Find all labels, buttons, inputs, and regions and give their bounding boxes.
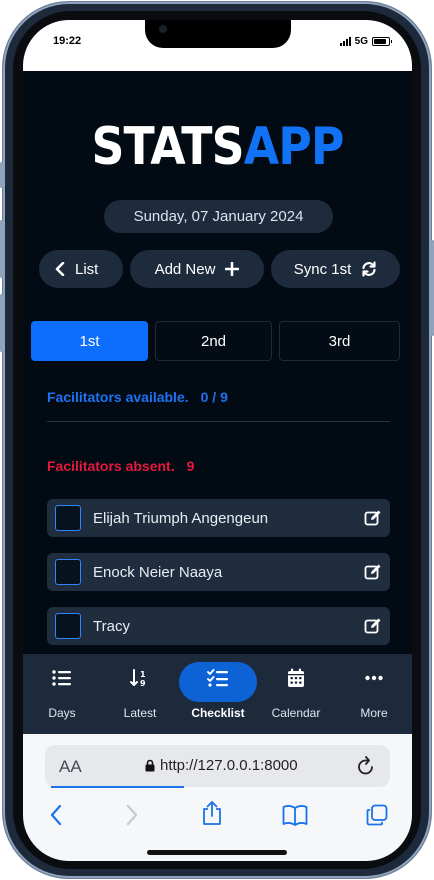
ellipsis-icon xyxy=(365,675,383,681)
nav-checklist-label: Checklist xyxy=(191,706,245,720)
nav-checklist[interactable]: Checklist xyxy=(183,654,253,734)
available-count: 0 / 9 xyxy=(200,389,228,405)
back-icon[interactable] xyxy=(49,804,63,826)
url-display[interactable]: http://127.0.0.1:8000 xyxy=(145,757,298,774)
app-screen: 19:22 5G STATSAPP Sunday, 07 January 202… xyxy=(23,20,412,861)
add-new-label: Add New xyxy=(154,260,216,278)
facilitators-available-heading: Facilitators available. 0 / 9 xyxy=(47,389,228,405)
period-tabs: 1st 2nd 3rd xyxy=(31,321,400,361)
nav-days-label: Days xyxy=(48,706,76,720)
absent-count: 9 xyxy=(186,458,195,474)
home-indicator xyxy=(147,850,287,855)
attendance-checkbox[interactable] xyxy=(55,505,81,531)
list-icon xyxy=(52,670,71,686)
tab-1st[interactable]: 1st xyxy=(31,321,148,361)
app-logo: STATSAPP xyxy=(46,117,388,177)
forward-icon[interactable] xyxy=(125,804,139,826)
section-divider xyxy=(47,421,390,422)
svg-text:9: 9 xyxy=(140,679,146,687)
sync-label: Sync 1st xyxy=(293,260,352,278)
logo-part-stats: STATS xyxy=(91,117,244,177)
attendance-checkbox[interactable] xyxy=(55,613,81,639)
camera xyxy=(159,25,167,33)
facilitator-name: Enock Neier Naaya xyxy=(93,563,223,581)
facilitators-absent-heading: Facilitators absent. 9 xyxy=(47,458,194,474)
list-item: Enock Neier Naaya xyxy=(47,553,390,591)
status-bar: 19:22 5G xyxy=(23,20,412,71)
tab-3rd[interactable]: 3rd xyxy=(279,321,400,361)
url-text: http://127.0.0.1:8000 xyxy=(160,757,298,774)
nav-latest-label: Latest xyxy=(123,706,157,720)
action-bar: List Add New Sync 1st xyxy=(39,250,400,288)
checklist-icon xyxy=(207,669,228,687)
tab-2nd[interactable]: 2nd xyxy=(155,321,272,361)
page-load-progress xyxy=(51,786,184,788)
sync-icon xyxy=(362,261,376,277)
address-bar[interactable]: AA http://127.0.0.1:8000 xyxy=(45,745,390,787)
attendance-checkbox[interactable] xyxy=(55,559,81,585)
text-size-button[interactable]: AA xyxy=(59,757,82,777)
list-item: Elijah Triumph Angengeun xyxy=(47,499,390,537)
bookmarks-icon[interactable] xyxy=(282,804,308,826)
logo-part-app: APP xyxy=(243,117,345,177)
volume-up-button xyxy=(0,220,3,278)
list-button-label: List xyxy=(75,260,99,278)
sort-icon: 19 xyxy=(130,669,146,687)
list-button[interactable]: List xyxy=(39,250,123,288)
browser-chrome: AA http://127.0.0.1:8000 xyxy=(23,734,412,861)
edit-icon[interactable] xyxy=(364,509,382,527)
list-item: Tracy xyxy=(47,607,390,645)
sync-button[interactable]: Sync 1st xyxy=(271,250,400,288)
add-new-button[interactable]: Add New xyxy=(130,250,264,288)
status-time: 19:22 xyxy=(53,35,82,47)
share-icon[interactable] xyxy=(201,800,223,826)
facilitator-name: Elijah Triumph Angengeun xyxy=(93,509,269,527)
signal-icon xyxy=(339,37,351,46)
nav-more-label: More xyxy=(360,706,388,720)
plus-icon xyxy=(225,262,240,276)
available-label: Facilitators available. xyxy=(47,389,189,405)
network-label: 5G xyxy=(354,36,368,47)
date-display: Sunday, 07 January 2024 xyxy=(104,200,333,233)
nav-more[interactable]: More xyxy=(339,654,409,734)
calendar-icon xyxy=(288,668,304,687)
facilitator-name: Tracy xyxy=(93,617,130,635)
absent-label: Facilitators absent. xyxy=(47,458,175,474)
battery-icon xyxy=(372,37,392,46)
nav-days[interactable]: Days xyxy=(27,654,97,734)
svg-text:1: 1 xyxy=(140,670,146,679)
tabs-icon[interactable] xyxy=(366,804,388,826)
edit-icon[interactable] xyxy=(364,617,382,635)
nav-calendar[interactable]: Calendar xyxy=(261,654,331,734)
volume-down-button xyxy=(0,294,3,352)
lock-icon xyxy=(145,759,155,772)
silent-switch xyxy=(0,162,3,188)
reload-icon[interactable] xyxy=(356,755,376,777)
edit-icon[interactable] xyxy=(364,563,382,581)
nav-calendar-label: Calendar xyxy=(271,706,321,720)
nav-latest[interactable]: 19 Latest xyxy=(105,654,175,734)
notch xyxy=(145,20,291,48)
chevron-left-icon xyxy=(55,262,65,276)
status-indicators: 5G xyxy=(339,36,392,47)
bottom-navigation: Days 19 Latest Checklist Calendar More xyxy=(23,654,412,734)
